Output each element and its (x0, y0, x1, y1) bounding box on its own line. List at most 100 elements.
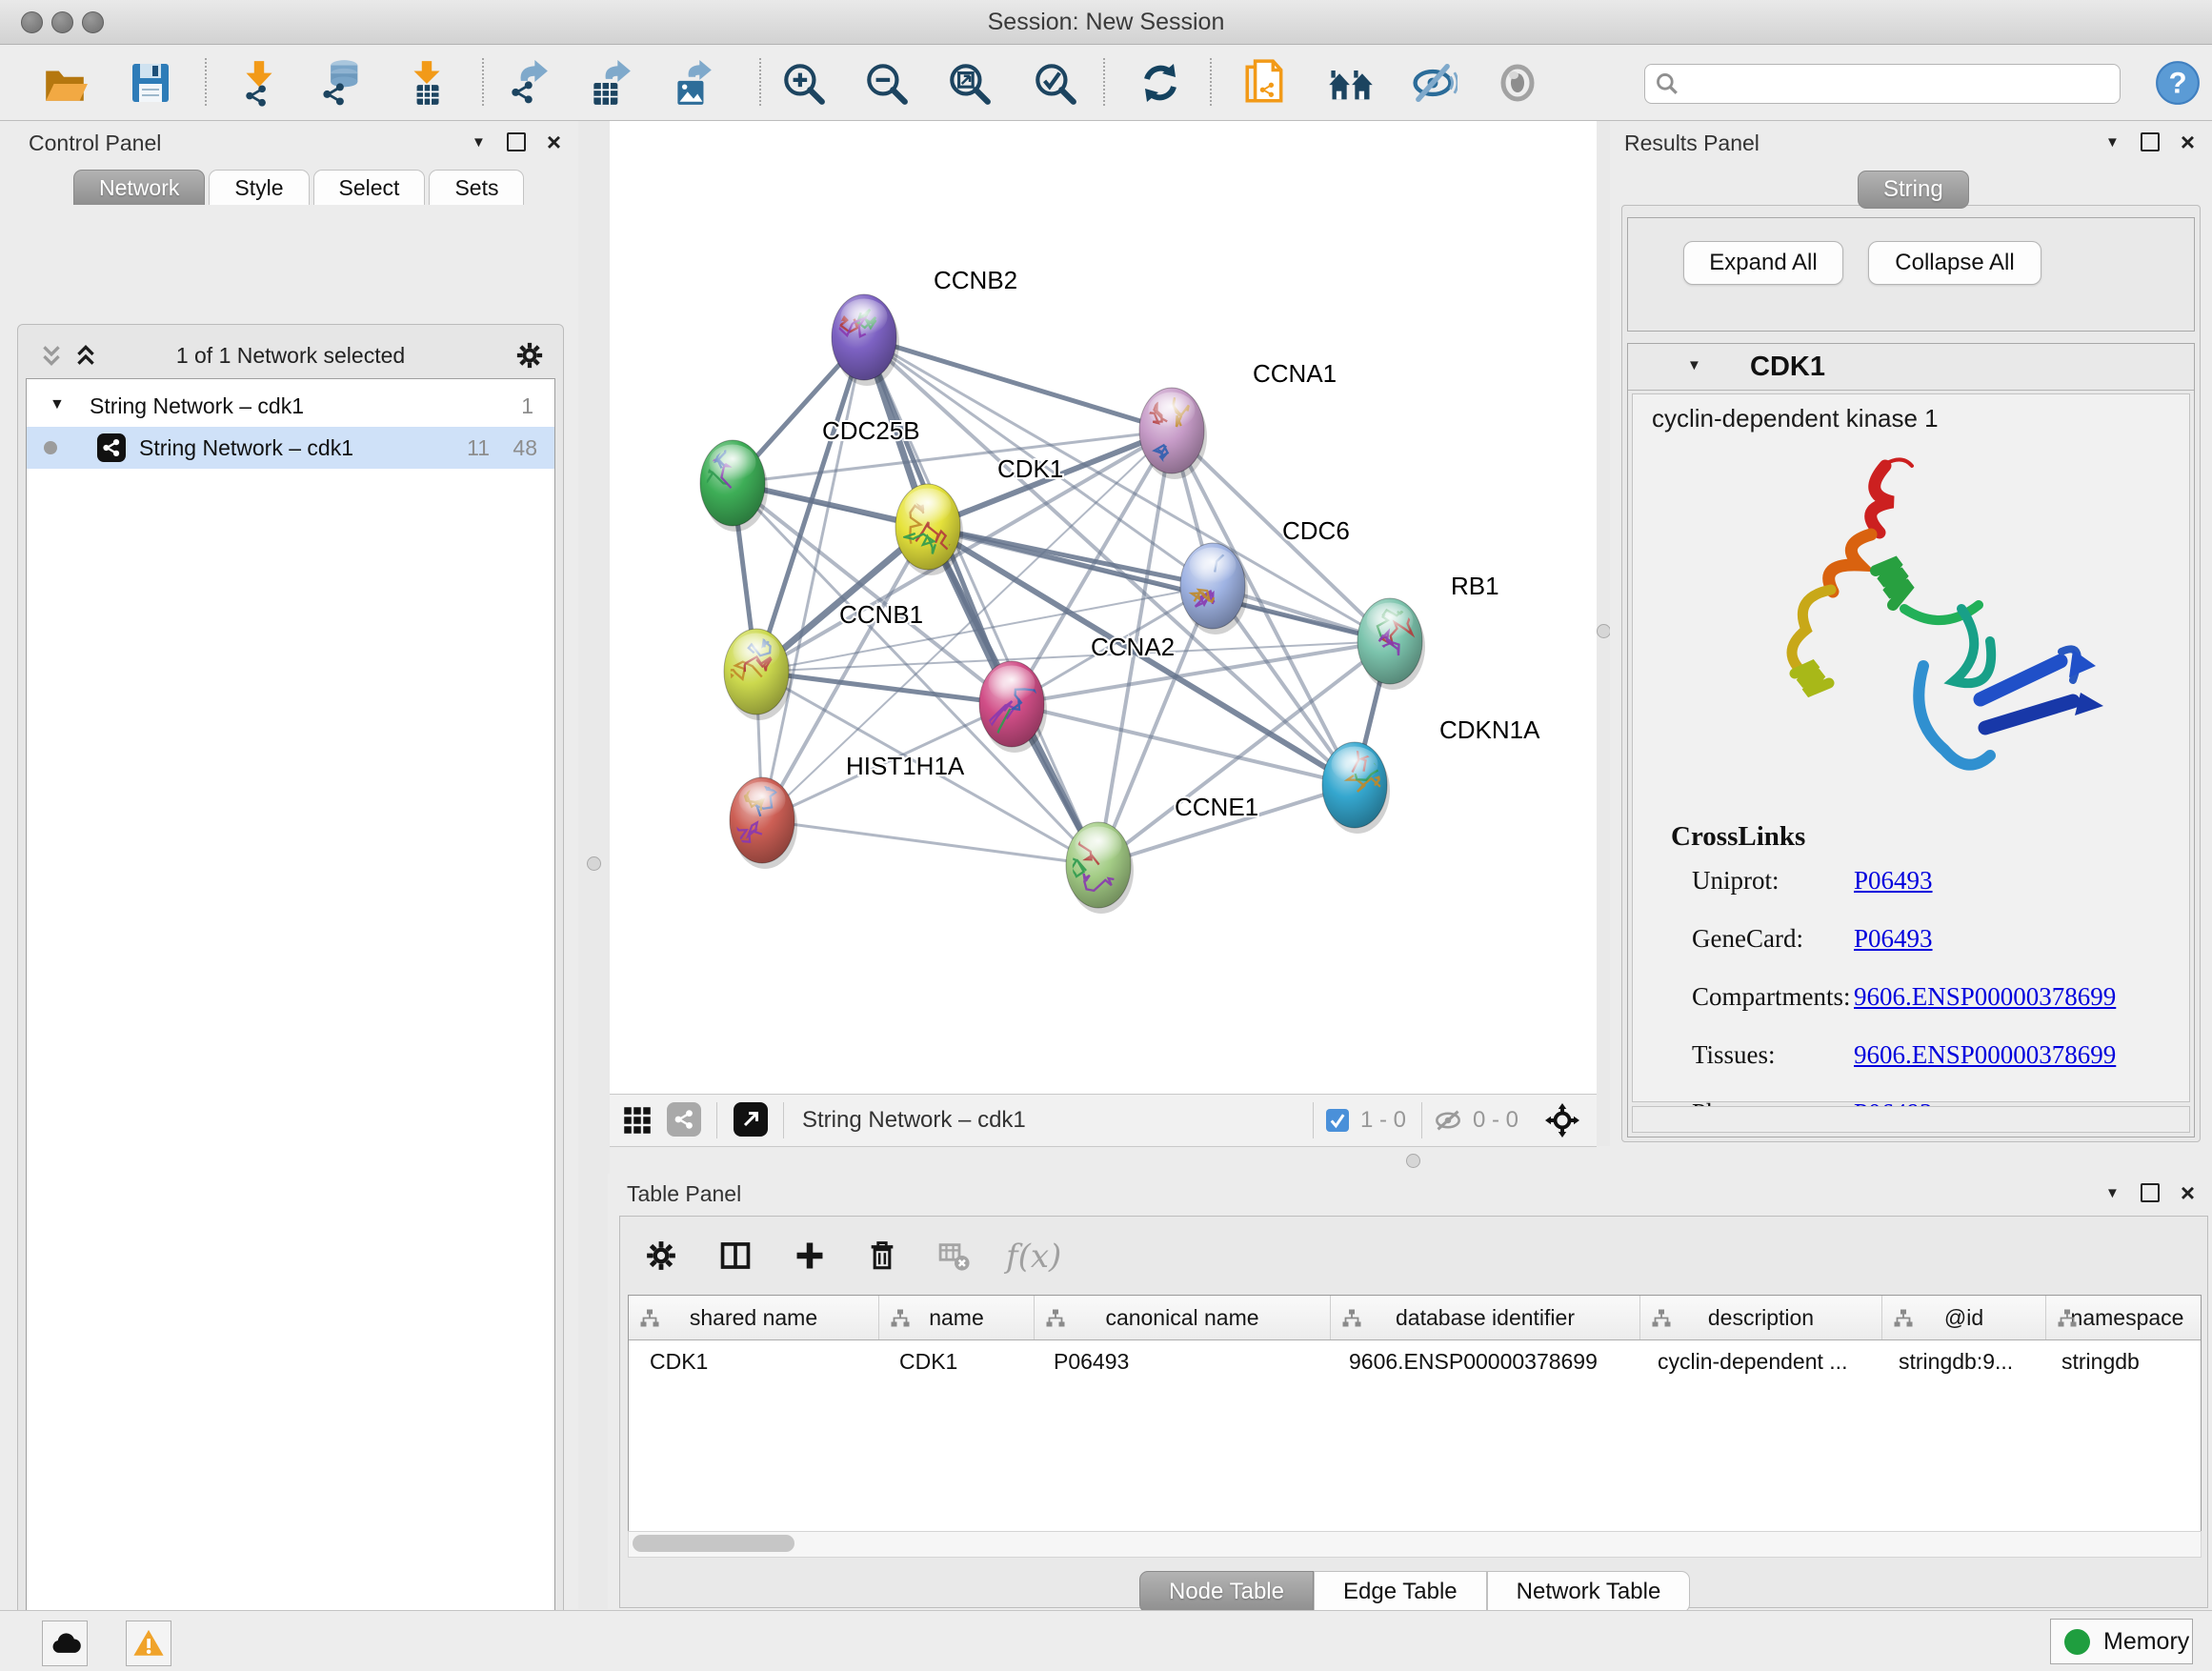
edge-CCNB2-HIST1H1A[interactable] (762, 337, 864, 820)
show-columns-icon[interactable] (719, 1239, 752, 1272)
panel-float-icon[interactable] (2141, 132, 2160, 151)
panel-menu-icon[interactable]: ▼ (2105, 134, 2120, 151)
panel-close-icon[interactable]: × (2181, 1185, 2195, 1200)
table-cell[interactable]: stringdb (2041, 1340, 2202, 1382)
table-cell[interactable]: stringdb:9... (1878, 1340, 2041, 1382)
string-home-button[interactable] (1324, 56, 1377, 110)
add-column-icon[interactable] (794, 1239, 826, 1272)
edge-CCNA1-HIST1H1A[interactable] (762, 431, 1172, 820)
network-graph[interactable]: CCNB2CCNA1CDC25BCDK1CDC6RB1CCNB1CCNA2CDK… (610, 121, 1597, 1094)
zoom-fit-icon (945, 59, 993, 107)
import-network-from-file-button[interactable] (232, 56, 286, 110)
tab-string[interactable]: String (1858, 171, 1969, 209)
node-CDKN1A[interactable]: CDKN1A (1322, 715, 1540, 834)
panel-float-icon[interactable] (2141, 1183, 2160, 1202)
edge-HIST1H1A-CCNE1[interactable] (762, 820, 1098, 865)
delete-column-trash-icon[interactable] (866, 1239, 898, 1272)
table-header-namespace[interactable]: namespace (2046, 1296, 2202, 1339)
delete-table-icon (938, 1239, 971, 1272)
table-header-description[interactable]: description (1640, 1296, 1882, 1339)
panel-menu-icon[interactable]: ▼ (2105, 1185, 2120, 1201)
title-bar: Session: New Session (0, 0, 2212, 45)
birds-eye-grid-button[interactable] (623, 1106, 652, 1135)
export-table-button[interactable] (583, 56, 636, 110)
splitter-handle-icon[interactable] (1406, 1154, 1420, 1168)
open-in-window-button[interactable] (734, 1102, 768, 1137)
table-cell[interactable]: 9606.ENSP00000378699 (1328, 1340, 1637, 1382)
expand-all-button[interactable]: Expand All (1683, 241, 1843, 285)
panel-close-icon[interactable]: × (2181, 134, 2195, 150)
import-network-from-database-button[interactable] (314, 56, 368, 110)
node-HIST1H1A[interactable]: HIST1H1A (730, 752, 965, 869)
splitter-handle-icon[interactable] (1597, 624, 1611, 638)
cloud-status-button[interactable] (42, 1621, 88, 1666)
network-badge-button[interactable] (667, 1102, 701, 1137)
tab-select[interactable]: Select (313, 170, 426, 205)
clone-network-button[interactable] (1238, 56, 1292, 110)
check-icon (1328, 1111, 1347, 1130)
panel-menu-icon[interactable]: ▼ (472, 134, 486, 151)
results-scrollbar-track[interactable] (1632, 1106, 2190, 1133)
table-header-canonical-name[interactable]: canonical name (1035, 1296, 1331, 1339)
table-cell[interactable]: CDK1 (878, 1340, 1033, 1382)
table-row[interactable]: CDK1CDK1P064939606.ENSP00000378699cyclin… (629, 1340, 2201, 1382)
table-horizontal-scrollbar[interactable] (628, 1531, 2202, 1558)
show-all-button[interactable] (1491, 56, 1544, 110)
help-icon: ? (2154, 59, 2202, 107)
table-settings-gear-icon[interactable] (645, 1239, 677, 1272)
panel-float-icon[interactable] (507, 132, 526, 151)
tab-network-table[interactable]: Network Table (1487, 1571, 1691, 1613)
table-cell[interactable]: CDK1 (629, 1340, 878, 1382)
export-network-button[interactable] (500, 56, 553, 110)
table-header--id[interactable]: @id (1882, 1296, 2046, 1339)
crosslink-link[interactable]: P06493 (1854, 866, 1933, 896)
network-collection-row[interactable]: ▼ String Network – cdk1 1 (27, 385, 554, 427)
search-box[interactable] (1644, 64, 2121, 104)
help-button[interactable]: ? (2151, 56, 2204, 110)
hide-unselected-button[interactable] (1406, 56, 1459, 110)
selected-checkbox[interactable] (1326, 1109, 1349, 1132)
import-table-from-file-button[interactable] (400, 56, 453, 110)
scrollbar-thumb[interactable] (633, 1535, 794, 1552)
panel-close-icon[interactable]: × (547, 134, 561, 150)
node-CCNA1[interactable]: CCNA1 (1139, 359, 1337, 479)
edge-CCNB1-CCNA2[interactable] (756, 672, 1012, 704)
entry-expand-arrow-icon[interactable]: ▼ (1687, 357, 1701, 373)
node-RB1[interactable]: RB1 (1357, 572, 1499, 690)
edge-CCNA2-CDKN1A[interactable] (1012, 704, 1355, 785)
table-header-shared-name[interactable]: shared name (629, 1296, 879, 1339)
network-canvas[interactable]: CCNB2CCNA1CDC25BCDK1CDC6RB1CCNB1CCNA2CDK… (610, 121, 1597, 1094)
table-cell[interactable]: cyclin-dependent ... (1637, 1340, 1878, 1382)
tab-style[interactable]: Style (209, 170, 309, 205)
memory-button[interactable]: Memory (2050, 1619, 2193, 1664)
search-input[interactable] (1687, 67, 2110, 99)
table-cell[interactable]: P06493 (1033, 1340, 1328, 1382)
network-row-selected[interactable]: String Network – cdk1 11 48 (27, 427, 554, 469)
zoom-out-button[interactable] (859, 56, 913, 110)
crosslink-link[interactable]: 9606.ENSP00000378699 (1854, 1040, 2116, 1070)
tab-node-table[interactable]: Node Table (1139, 1571, 1314, 1613)
save-session-button[interactable] (124, 56, 177, 110)
entry-header[interactable]: ▼ CDK1 (1628, 344, 2194, 391)
zoom-fit-button[interactable] (942, 56, 995, 110)
zoom-in-button[interactable] (776, 56, 830, 110)
tab-edge-table[interactable]: Edge Table (1314, 1571, 1487, 1613)
tab-network[interactable]: Network (73, 170, 205, 205)
zoom-selected-button[interactable] (1028, 56, 1081, 110)
crosslink-link[interactable]: P06493 (1854, 924, 1933, 954)
open-session-button[interactable] (38, 56, 91, 110)
export-image-button[interactable] (666, 56, 719, 110)
crosslink-link[interactable]: 9606.ENSP00000378699 (1854, 982, 2116, 1012)
table-header-name[interactable]: name (879, 1296, 1035, 1339)
network-options-gear-icon[interactable] (515, 341, 544, 370)
left-splitter[interactable] (578, 121, 610, 1609)
warnings-button[interactable] (126, 1621, 171, 1666)
birds-eye-toggle-icon[interactable] (1545, 1103, 1579, 1137)
table-header-database-identifier[interactable]: database identifier (1331, 1296, 1640, 1339)
splitter-handle-icon[interactable] (587, 856, 601, 871)
node-CCNE1[interactable]: CCNE1 (1056, 793, 1258, 914)
collection-expand-arrow-icon[interactable]: ▼ (50, 396, 65, 413)
collapse-all-button[interactable]: Collapse All (1868, 241, 2041, 285)
refresh-button[interactable] (1134, 56, 1187, 110)
tab-sets[interactable]: Sets (429, 170, 524, 205)
